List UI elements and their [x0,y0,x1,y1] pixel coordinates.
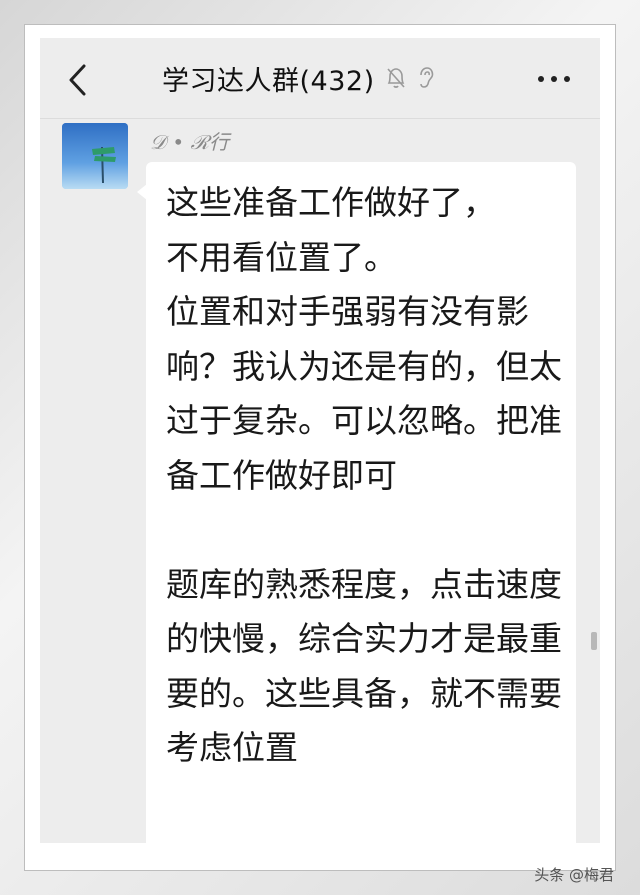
avatar[interactable] [62,123,128,189]
scrollbar[interactable] [591,632,597,650]
message-bubble[interactable]: 这些准备工作做好了， 不用看位置了。 位置和对手强弱有没有影响？我认为还是有的，… [137,162,576,843]
chat-header: 学习达人群(432) [40,38,600,118]
avatar-image [62,123,128,189]
more-dots-icon [538,76,570,82]
chevron-left-icon [69,64,86,96]
chat-title: 学习达人群(432) [162,65,375,97]
back-button[interactable] [58,60,98,100]
ear-icon [419,67,433,88]
header-divider [40,118,600,119]
bubble-tail [137,184,147,200]
more-button[interactable] [534,64,574,94]
chat-screen: 学习达人群(432) 𝒟 • ℛ行 这些准备工作做好了， 不用看位置了。 位置和… [40,38,600,843]
watermark: 头条 @梅君 [534,866,614,884]
sender-name: 𝒟 • ℛ行 [150,130,230,154]
message-text: 这些准备工作做好了， 不用看位置了。 位置和对手强弱有没有影响？我认为还是有的，… [166,183,562,767]
chat-title-group: 学习达人群(432) [162,58,435,98]
bell-off-icon [387,68,405,88]
